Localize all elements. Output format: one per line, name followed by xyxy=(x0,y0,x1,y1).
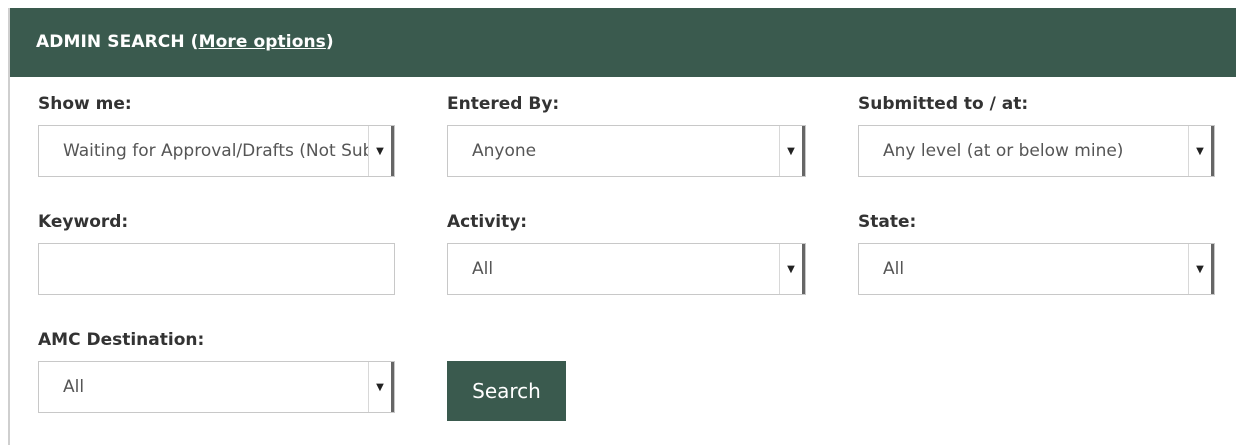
entered-by-value: Anyone xyxy=(472,141,537,161)
show-me-label: Show me: xyxy=(38,94,132,114)
chevron-down-icon: ▼ xyxy=(787,145,795,157)
show-me-dropdown-arrow[interactable]: ▼ xyxy=(368,126,394,176)
activity-select[interactable]: All ▼ xyxy=(447,243,806,295)
submitted-to-select[interactable]: Any level (at or below mine) ▼ xyxy=(858,125,1215,177)
submitted-to-value: Any level (at or below mine) xyxy=(883,141,1124,161)
entered-by-select[interactable]: Anyone ▼ xyxy=(447,125,806,177)
amc-destination-dropdown-arrow[interactable]: ▼ xyxy=(368,362,394,412)
chevron-down-icon: ▼ xyxy=(1196,145,1204,157)
amc-destination-label: AMC Destination: xyxy=(38,330,205,350)
submitted-to-label: Submitted to / at: xyxy=(858,94,1029,114)
header-title: ADMIN SEARCH ( xyxy=(36,32,199,52)
show-me-select[interactable]: Waiting for Approval/Drafts (Not Submitt… xyxy=(38,125,395,177)
activity-value: All xyxy=(472,259,494,279)
activity-label: Activity: xyxy=(447,212,528,232)
amc-destination-value: All xyxy=(63,377,85,397)
chevron-down-icon: ▼ xyxy=(376,381,384,393)
activity-dropdown-arrow[interactable]: ▼ xyxy=(779,244,805,294)
more-options-link[interactable]: More options xyxy=(199,32,326,52)
show-me-value: Waiting for Approval/Drafts (Not Submitt… xyxy=(63,141,368,161)
header-title-end: ) xyxy=(325,32,334,52)
state-dropdown-arrow[interactable]: ▼ xyxy=(1188,244,1214,294)
chevron-down-icon: ▼ xyxy=(787,263,795,275)
state-select[interactable]: All ▼ xyxy=(858,243,1215,295)
amc-destination-select[interactable]: All ▼ xyxy=(38,361,395,413)
admin-search-panel: ADMIN SEARCH (More options) Show me: Wai… xyxy=(8,8,1236,445)
state-label: State: xyxy=(858,212,917,232)
entered-by-label: Entered By: xyxy=(447,94,560,114)
chevron-down-icon: ▼ xyxy=(376,145,384,157)
state-value: All xyxy=(883,259,905,279)
keyword-label: Keyword: xyxy=(38,212,129,232)
entered-by-dropdown-arrow[interactable]: ▼ xyxy=(779,126,805,176)
submitted-to-dropdown-arrow[interactable]: ▼ xyxy=(1188,126,1214,176)
search-button[interactable]: Search xyxy=(447,361,566,421)
keyword-input[interactable] xyxy=(38,243,395,295)
chevron-down-icon: ▼ xyxy=(1196,263,1204,275)
panel-header: ADMIN SEARCH (More options) xyxy=(10,8,1236,77)
